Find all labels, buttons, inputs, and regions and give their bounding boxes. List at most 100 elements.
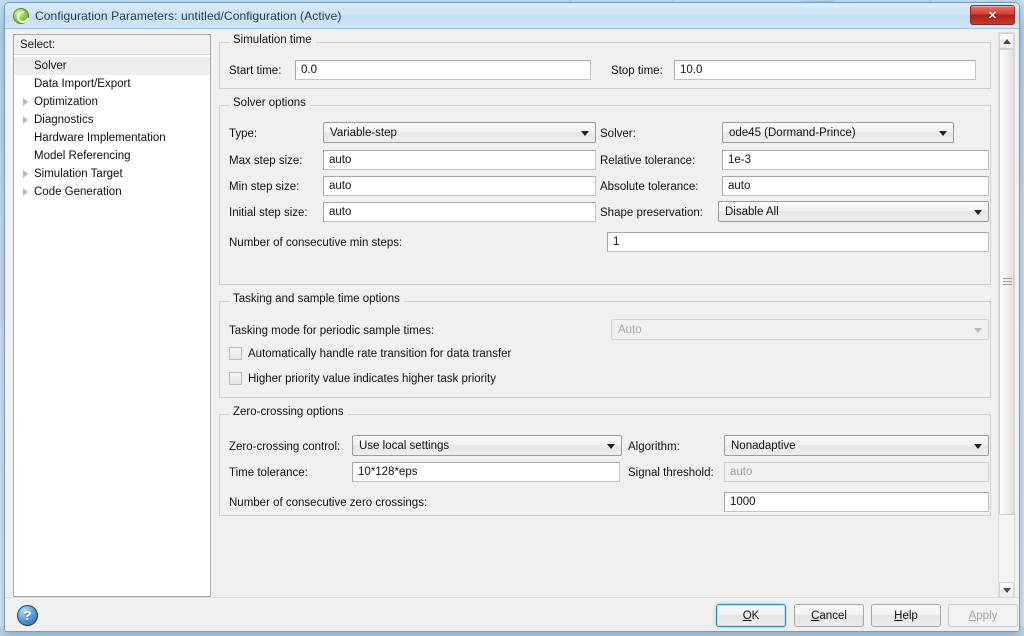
sidebar-item-optimization[interactable]: Optimization xyxy=(14,93,210,111)
absolute-tolerance-input[interactable]: auto xyxy=(722,176,989,196)
scrollbar-grip xyxy=(1003,278,1012,286)
relative-tolerance-label: Relative tolerance: xyxy=(600,155,696,167)
sidebar-item-label: Solver xyxy=(34,60,67,72)
auto-rate-transition-checkbox-row[interactable]: Automatically handle rate transition for… xyxy=(229,347,511,360)
signal-threshold-input: auto xyxy=(724,462,989,482)
sidebar-item-label: Code Generation xyxy=(34,186,122,198)
scrollbar-thumb[interactable] xyxy=(999,49,1014,515)
type-label: Type: xyxy=(229,128,258,140)
chevron-right-icon[interactable] xyxy=(18,116,32,124)
scroll-down-button[interactable] xyxy=(999,582,1014,598)
consecutive-zero-crossings-label: Number of consecutive zero crossings: xyxy=(229,497,428,509)
sidebar-item-model-referencing[interactable]: Model Referencing xyxy=(14,147,210,165)
time-tolerance-label: Time tolerance: xyxy=(229,467,308,479)
title-bar: Configuration Parameters: untitled/Confi… xyxy=(5,3,1019,29)
consecutive-min-steps-input[interactable]: 1 xyxy=(607,232,989,252)
config-tree[interactable]: Solver Data Import/Export Optimization D… xyxy=(14,55,210,201)
zero-crossing-control-dropdown[interactable]: Use local settings xyxy=(352,435,622,456)
sidebar-item-label: Data Import/Export xyxy=(34,78,131,90)
close-button[interactable]: ✕ xyxy=(970,5,1015,25)
help-button-mnemonic: H xyxy=(894,609,903,622)
zero-crossing-control-label: Zero-crossing control: xyxy=(229,441,341,453)
algorithm-label: Algorithm: xyxy=(628,441,680,453)
chevron-right-icon[interactable] xyxy=(18,98,32,106)
zero-crossing-control-value: Use local settings xyxy=(359,439,450,452)
chevron-down-icon xyxy=(939,130,947,136)
tasking-mode-label: Tasking mode for periodic sample times: xyxy=(229,325,435,337)
vertical-scrollbar[interactable] xyxy=(998,32,1015,599)
cancel-button-mnemonic: C xyxy=(811,609,820,622)
ok-button-label: K xyxy=(751,609,760,622)
min-step-size-label: Min step size: xyxy=(229,181,300,193)
sidebar-item-diagnostics[interactable]: Diagnostics xyxy=(14,111,210,129)
sidebar-item-label: Optimization xyxy=(34,96,98,108)
tasking-mode-dropdown: Auto xyxy=(611,319,989,340)
sidebar-item-code-generation[interactable]: Code Generation xyxy=(14,183,210,201)
sidebar-item-solver[interactable]: Solver xyxy=(14,57,210,75)
help-icon[interactable]: ? xyxy=(17,605,38,626)
sidebar-item-hardware-implementation[interactable]: Hardware Implementation xyxy=(14,129,210,147)
simulation-time-group-title: Simulation time xyxy=(229,34,316,46)
signal-threshold-label: Signal threshold: xyxy=(628,467,714,479)
help-button-label: elp xyxy=(902,609,918,622)
zero-crossing-options-group: Zero-crossing options Zero-crossing cont… xyxy=(219,406,991,516)
relative-tolerance-input[interactable]: 1e-3 xyxy=(722,150,989,170)
tasking-options-group: Tasking and sample time options Tasking … xyxy=(219,293,991,398)
sidebar-item-simulation-target[interactable]: Simulation Target xyxy=(14,165,210,183)
consecutive-min-steps-label: Number of consecutive min steps: xyxy=(229,237,403,249)
consecutive-zero-crossings-input[interactable]: 1000 xyxy=(724,492,989,512)
chevron-down-icon xyxy=(974,327,982,333)
zero-crossing-group-title: Zero-crossing options xyxy=(229,406,348,418)
solver-options-group: Solver options Type: Variable-step Solve… xyxy=(219,97,991,285)
initial-step-size-label: Initial step size: xyxy=(229,207,308,219)
ok-button[interactable]: OK xyxy=(716,604,786,627)
help-button[interactable]: Help xyxy=(871,604,941,627)
algorithm-dropdown[interactable]: Nonadaptive xyxy=(724,435,989,456)
solver-value: ode45 (Dormand-Prince) xyxy=(729,126,856,139)
chevron-right-icon[interactable] xyxy=(18,170,32,178)
window-title: Configuration Parameters: untitled/Confi… xyxy=(35,8,342,23)
settings-pane: Simulation time Start time: 0.0 Stop tim… xyxy=(219,34,999,597)
simulation-time-group: Simulation time Start time: 0.0 Stop tim… xyxy=(219,34,991,89)
tasking-mode-value: Auto xyxy=(618,323,642,336)
higher-priority-checkbox[interactable] xyxy=(229,372,242,385)
shape-preservation-dropdown[interactable]: Disable All xyxy=(718,201,989,222)
shape-preservation-value: Disable All xyxy=(725,205,779,218)
auto-rate-transition-checkbox[interactable] xyxy=(229,347,242,360)
triangle-up-icon xyxy=(1002,38,1011,44)
simulink-config-icon xyxy=(13,7,29,24)
solver-options-group-title: Solver options xyxy=(229,97,310,109)
cancel-button[interactable]: Cancel xyxy=(794,604,864,627)
time-tolerance-input[interactable]: 10*128*eps xyxy=(352,462,620,482)
initial-step-size-input[interactable]: auto xyxy=(323,202,596,222)
stop-time-label: Stop time: xyxy=(611,65,663,77)
start-time-input[interactable]: 0.0 xyxy=(295,60,591,80)
apply-button: Apply xyxy=(948,604,1018,627)
higher-priority-label: Higher priority value indicates higher t… xyxy=(248,372,496,385)
max-step-size-input[interactable]: auto xyxy=(323,150,596,170)
configuration-parameters-dialog: Configuration Parameters: untitled/Confi… xyxy=(4,2,1020,632)
apply-button-label: pply xyxy=(976,609,998,622)
solver-type-dropdown[interactable]: Variable-step xyxy=(323,122,596,143)
solver-type-value: Variable-step xyxy=(330,126,397,139)
chevron-down-icon xyxy=(607,443,615,449)
chevron-down-icon xyxy=(974,443,982,449)
tasking-group-title: Tasking and sample time options xyxy=(229,293,404,305)
chevron-down-icon xyxy=(974,209,982,215)
auto-rate-transition-label: Automatically handle rate transition for… xyxy=(248,347,512,360)
chevron-down-icon xyxy=(581,130,589,136)
stop-time-input[interactable]: 10.0 xyxy=(674,60,976,80)
apply-button-mnemonic: A xyxy=(968,609,977,622)
higher-priority-checkbox-row[interactable]: Higher priority value indicates higher t… xyxy=(229,372,496,385)
sidebar-item-data-import-export[interactable]: Data Import/Export xyxy=(14,75,210,93)
ok-button-mnemonic: O xyxy=(742,609,752,622)
dialog-body: Select: Solver Data Import/Export Optimi… xyxy=(5,29,1019,631)
cancel-button-label: ancel xyxy=(819,609,847,622)
absolute-tolerance-label: Absolute tolerance: xyxy=(600,181,699,193)
sidebar-item-label: Hardware Implementation xyxy=(34,132,166,144)
min-step-size-input[interactable]: auto xyxy=(323,176,596,196)
chevron-right-icon[interactable] xyxy=(18,188,32,196)
scroll-up-button[interactable] xyxy=(999,33,1014,49)
sidebar-item-label: Simulation Target xyxy=(34,168,123,180)
solver-dropdown[interactable]: ode45 (Dormand-Prince) xyxy=(722,122,954,143)
